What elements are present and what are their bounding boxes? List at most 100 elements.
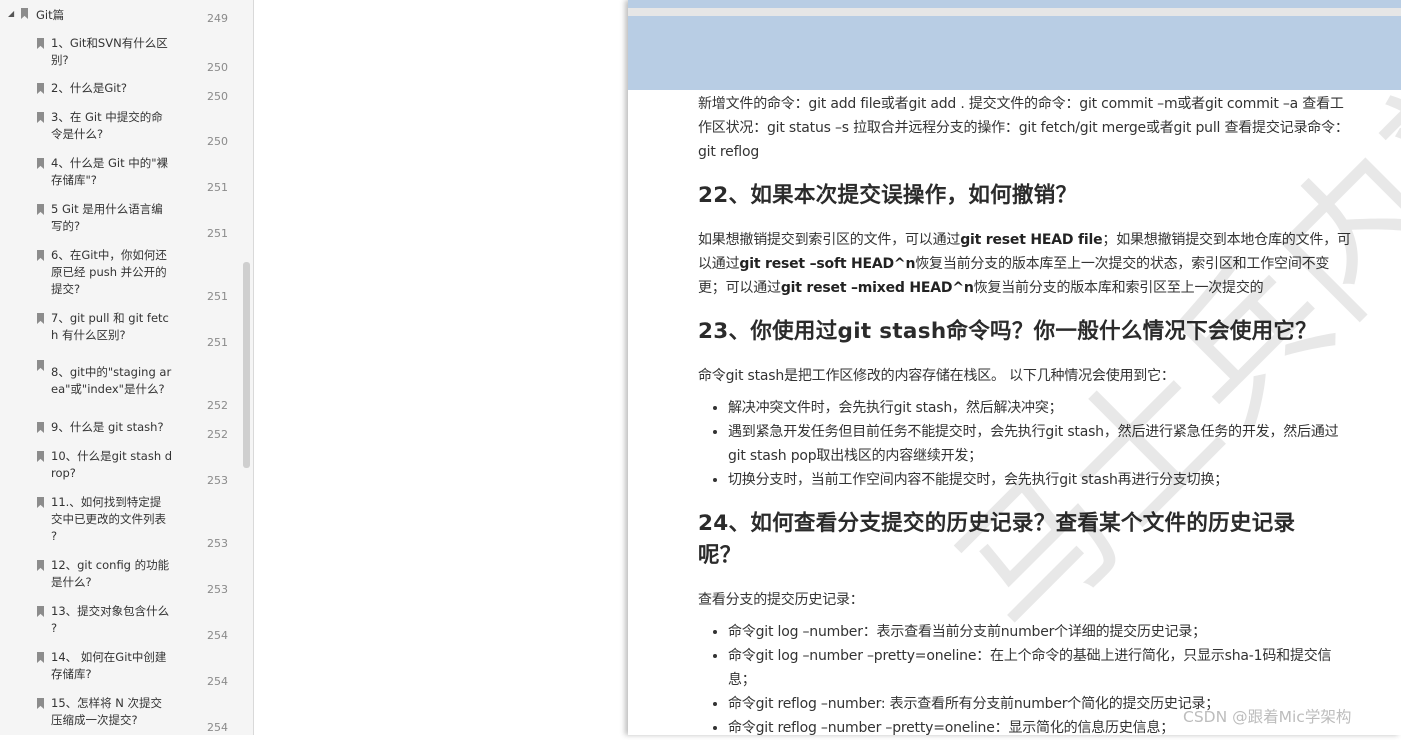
bookmark-item-label: 1、Git和SVN有什么区 别?: [51, 35, 181, 69]
bookmark-label-line: 5 Git 是用什么语言编: [51, 202, 163, 216]
bold-command: git reset –mixed HEAD^n: [780, 280, 974, 296]
bookmark-root-page: 249: [207, 12, 228, 25]
bookmark-item-label: 6、在Git中，你如何还 原已经 push 并公开的 提交?: [51, 247, 181, 298]
bookmark-icon: [37, 158, 44, 169]
heading-23: 23、你使用过git stash命令吗？你一般什么情况下会使用它？: [698, 319, 1318, 344]
bookmark-icon: [37, 560, 44, 571]
collapse-triangle-icon[interactable]: ◢: [8, 9, 14, 18]
bookmark-icon: [37, 313, 44, 324]
list-item: 命令git log –number –pretty=oneline：在上个命令的…: [728, 644, 1354, 692]
paragraph-22: 如果想撤销提交到索引区的文件，可以通过git reset HEAD file；如…: [698, 228, 1354, 300]
bookmark-item-label: 14、 如何在Git中创建 存储库?: [51, 649, 181, 683]
list-item: 解决冲突文件时，会先执行git stash，然后解决冲突；: [728, 396, 1354, 420]
bookmark-label-line: 13、提交对象包含什么: [51, 604, 170, 618]
bold-command: git reset HEAD file: [960, 232, 1103, 248]
bookmark-item-label: 15、怎样将 N 次提交 压缩成一次提交?: [51, 695, 181, 729]
page-header-band: [628, 16, 1401, 90]
bookmark-label-line: 别?: [51, 53, 69, 67]
bookmark-icon: [37, 204, 44, 215]
bookmark-icon: [37, 38, 44, 49]
list-item: 切换分支时，当前工作空间内容不能提交时，会先执行git stash再进行分支切换…: [728, 468, 1354, 492]
bookmark-label-line: 令是什么?: [51, 127, 104, 141]
bookmark-item-label: 11.、如何找到特定提 交中已更改的文件列表?: [51, 494, 181, 545]
heading-24-line1: 24、如何查看分支提交的历史记录？查看某个文件的历史记录: [698, 511, 1296, 536]
bookmark-label-line: 原已经 push 并公开的: [51, 265, 167, 279]
csdn-watermark: CSDN @跟着Mic学架构: [1183, 708, 1352, 726]
bookmark-item-page: 253: [207, 474, 228, 487]
bookmark-item-page: 254: [207, 629, 228, 642]
bookmark-item-label: 8、git中的"staging ar ea"或"index"是什么?: [51, 364, 181, 398]
bookmark-item-label: 13、提交对象包含什么?: [51, 603, 181, 637]
bookmark-label-line: 2、什么是Git?: [51, 81, 128, 95]
viewer-gap: [254, 0, 628, 735]
bookmark-item-page: 251: [207, 181, 228, 194]
heading-24-line2: 呢？: [698, 543, 742, 568]
bookmark-label-line: 存储库"?: [51, 173, 97, 187]
bookmark-label-line: 写的?: [51, 219, 81, 233]
bookmark-item-label: 5 Git 是用什么语言编 写的?: [51, 201, 181, 235]
bookmark-panel: ◢ Git篇 249 1、Git和SVN有什么区 别? 250 2、什么是Git? 25…: [0, 0, 254, 735]
bold-command: git reset –soft HEAD^n: [739, 256, 916, 272]
bookmark-label-line: 15、怎样将 N 次提交: [51, 696, 163, 710]
list-item: 命令git log –number：表示查看当前分支前number个详细的提交历…: [728, 620, 1354, 644]
bookmark-label-line: h 有什么区别?: [51, 328, 126, 342]
bookmark-label-line: 4、什么是 Git 中的"裸: [51, 156, 169, 170]
bookmark-item-page: 250: [207, 61, 228, 74]
bookmark-label-line: ?: [51, 621, 58, 635]
bookmark-item-page: 251: [207, 290, 228, 303]
bookmark-label-line: ea"或"index"是什么?: [51, 382, 165, 396]
bookmark-icon: [37, 83, 44, 94]
bookmark-icon: [37, 422, 44, 433]
bookmark-label-line: 3、在 Git 中提交的命: [51, 110, 163, 124]
bookmark-icon: [37, 451, 44, 462]
bookmark-label-line: 提交?: [51, 282, 81, 296]
bookmark-icon: [37, 250, 44, 261]
bookmark-label-line: 10、什么是git stash d: [51, 449, 173, 463]
bookmark-label-line: 11.、如何找到特定提: [51, 495, 162, 509]
bookmark-item-page: 252: [207, 428, 228, 441]
bookmark-icon: [37, 652, 44, 663]
paragraph-23: 命令git stash是把工作区修改的内容存储在栈区。 以下几种情况会使用到它：: [698, 368, 1175, 384]
bookmark-icon: [37, 360, 44, 371]
bookmark-icon: [37, 698, 44, 709]
bookmark-item-page: 250: [207, 90, 228, 103]
bookmark-label-line: 是什么?: [51, 575, 92, 589]
bookmark-root-label: Git篇: [36, 8, 65, 22]
bookmark-icon: [37, 497, 44, 508]
bookmark-icon: [37, 112, 44, 123]
bookmark-item-label: 9、什么是 git stash?: [51, 419, 181, 436]
bookmark-item-page: 251: [207, 336, 228, 349]
bookmark-item-page: 254: [207, 675, 228, 688]
text-run: 恢复当前分支的版本库和索引区至上一次提交的: [973, 280, 1264, 296]
bookmark-label-line: 9、什么是 git stash?: [51, 420, 164, 434]
list-item: 遇到紧急开发任务但目前任务不能提交时，会先执行git stash，然后进行紧急任…: [728, 420, 1354, 468]
bookmark-label-line: 14、 如何在Git中创建: [51, 650, 167, 664]
bookmark-item-page: 252: [207, 399, 228, 412]
bookmark-label-line: rop?: [51, 466, 76, 480]
bookmark-item-label: 7、git pull 和 git fetc h 有什么区别?: [51, 310, 181, 344]
paragraph-24: 查看分支的提交历史记录：: [698, 592, 864, 608]
bookmark-label-line: 交中已更改的文件列表: [51, 512, 166, 526]
bookmark-icon: [37, 606, 44, 617]
intro-paragraph: 新增文件的命令：git add file或者git add . 提交文件的命令：…: [698, 96, 1349, 160]
bookmark-item-label: 12、git config 的功能 是什么?: [51, 557, 181, 591]
bookmark-label-line: 6、在Git中，你如何还: [51, 248, 167, 262]
document-content: 新增文件的命令：git add file或者git add . 提交文件的命令：…: [698, 92, 1354, 740]
bookmark-item-page: 254: [207, 721, 228, 734]
bookmark-item-page: 250: [207, 135, 228, 148]
scrollbar-thumb[interactable]: [243, 262, 250, 468]
bookmark-label-line: 12、git config 的功能: [51, 558, 170, 572]
text-run: 如果想撤销提交到索引区的文件，可以通过: [698, 232, 961, 248]
bookmark-item-label: 10、什么是git stash d rop?: [51, 448, 181, 482]
bookmark-root[interactable]: ◢ Git篇 249: [8, 6, 244, 26]
heading-22: 22、如果本次提交误操作，如何撤销？: [698, 183, 1078, 208]
bookmark-item-label: 4、什么是 Git 中的"裸 存储库"?: [51, 155, 181, 189]
bookmark-label-line: 1、Git和SVN有什么区: [51, 36, 168, 50]
bookmark-label-line: ?: [51, 529, 58, 543]
bookmark-label-line: 8、git中的"staging ar: [51, 365, 172, 379]
list-23: 解决冲突文件时，会先执行git stash，然后解决冲突； 遇到紧急开发任务但目…: [698, 396, 1354, 492]
bookmark-label-line: 7、git pull 和 git fetc: [51, 311, 169, 325]
bookmark-item-page: 253: [207, 537, 228, 550]
heading-24: 24、如何查看分支提交的历史记录？查看某个文件的历史记录 呢？: [698, 508, 1354, 572]
bookmark-icon: [21, 8, 28, 19]
